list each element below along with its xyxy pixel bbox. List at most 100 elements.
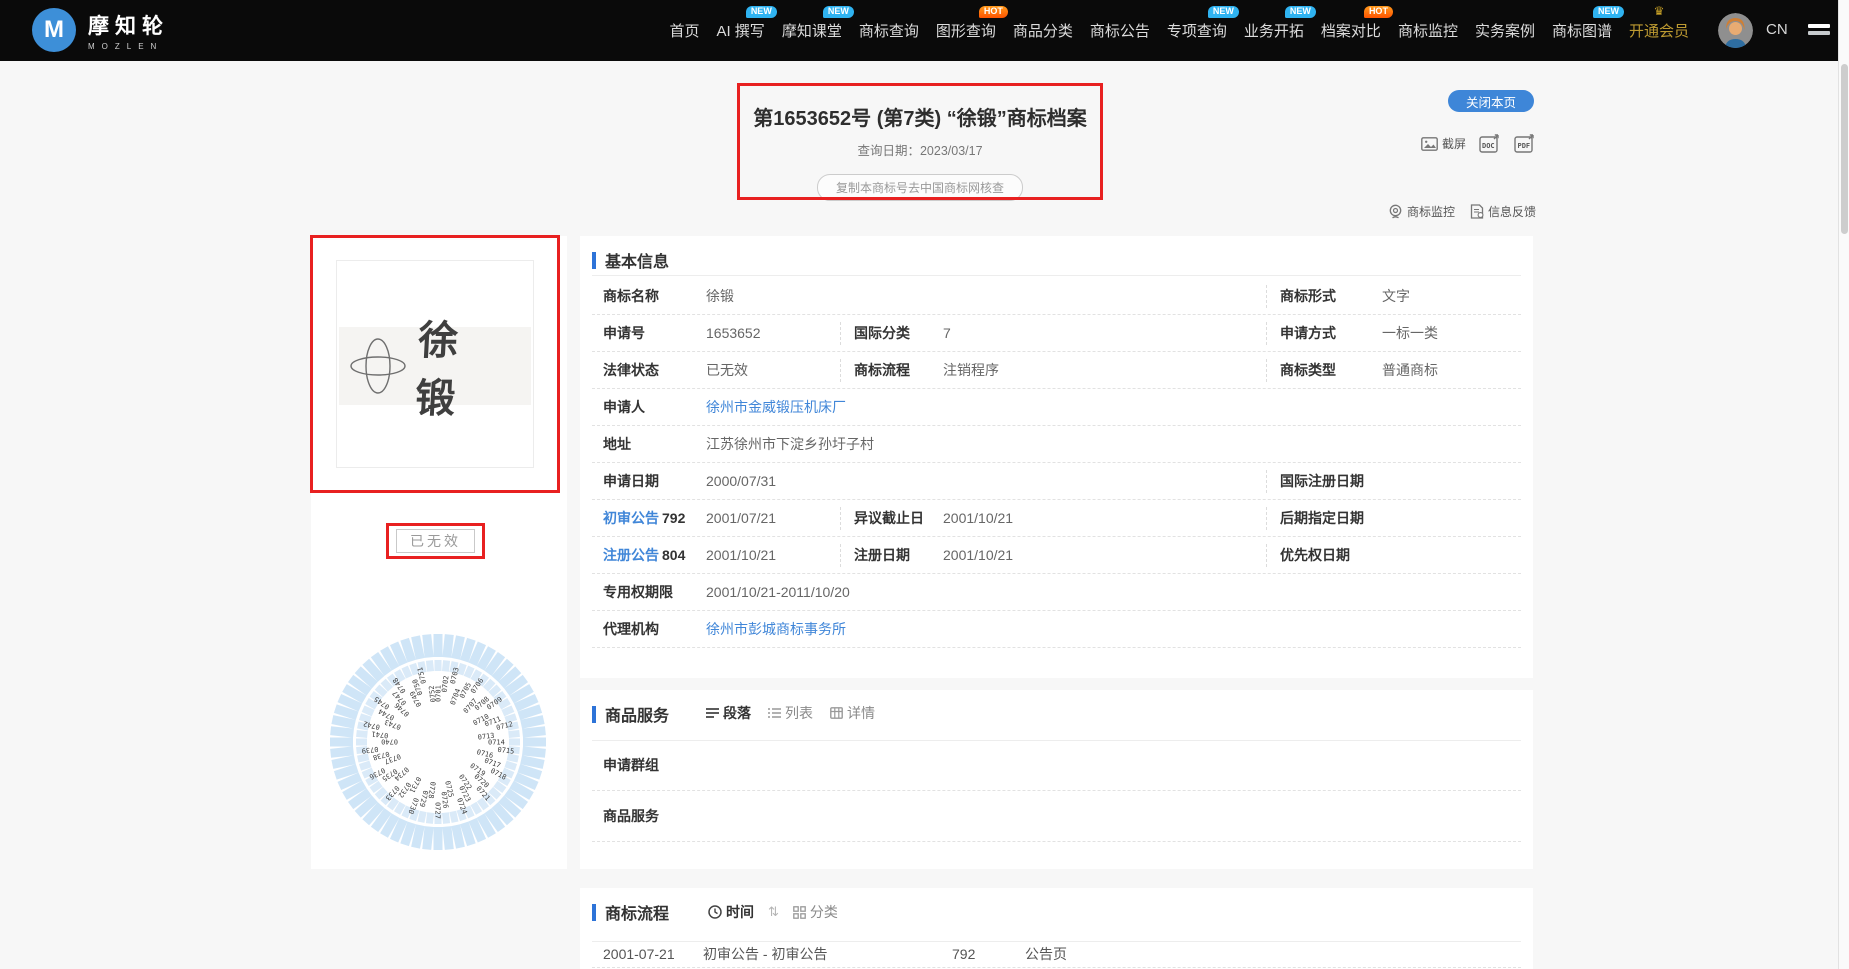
sort-by-time-button[interactable]: 时间 xyxy=(708,902,754,922)
process-card: 商标流程 时间 ⇅ 分类 2001 xyxy=(580,888,1533,969)
avatar-person-icon xyxy=(1718,13,1753,48)
nav-item-商标公告[interactable]: 商标公告 xyxy=(1090,20,1150,41)
section-accent-bar xyxy=(592,904,596,921)
info-row: 初审公告7922001/07/21异议截止日2001/10/21后期指定日期 xyxy=(580,500,1533,537)
scrollbar-thumb[interactable] xyxy=(1841,64,1848,234)
status-stamp: 已无效 xyxy=(396,529,475,553)
info-value-link[interactable]: 徐州市金威锻压机床厂 xyxy=(706,389,846,426)
info-label-suffix: 792 xyxy=(662,510,685,526)
info-row: 申请人徐州市金威锻压机床厂 xyxy=(580,389,1533,426)
goods-title: 商品服务 xyxy=(605,702,669,726)
trademark-monitor-button[interactable]: 商标监控 xyxy=(1388,203,1455,220)
classification-wheel[interactable]: 0701070207030704070507060707070807090710… xyxy=(328,632,548,852)
svg-text:0715: 0715 xyxy=(497,746,515,756)
info-value: 1653652 xyxy=(706,315,761,352)
brand-name-cn: 摩知轮 xyxy=(88,10,169,40)
goods-row: 商品服务 xyxy=(580,791,1533,842)
hamburger-menu-icon[interactable] xyxy=(1808,24,1830,35)
nav-menu: 首页 AI 撰写NEW 摩知课堂NEW 商标查询图形查询HOT 商品分类商标公告专项查询… xyxy=(669,0,1689,61)
info-label: 异议截止日 xyxy=(854,500,924,537)
nav-item-业务开拓[interactable]: 业务开拓NEW xyxy=(1244,20,1304,41)
pdf-export-icon: PDF xyxy=(1514,134,1536,153)
svg-text:PDF: PDF xyxy=(1518,142,1531,150)
monitor-camera-icon xyxy=(1388,204,1403,219)
nav-item-商标监控[interactable]: 商标监控 xyxy=(1398,20,1458,41)
nav-item-档案对比[interactable]: 档案对比HOT xyxy=(1321,20,1381,41)
trademark-word: 徐 锻 xyxy=(414,308,534,424)
feedback-doc-icon xyxy=(1470,204,1484,219)
info-label: 注册日期 xyxy=(854,537,910,574)
goods-rows: 申请群组商品服务 xyxy=(580,740,1533,842)
process-desc: 初审公告 - 初审公告 xyxy=(703,941,827,968)
info-row: 专用权期限 2001/10/21-2011/10/20 xyxy=(580,574,1533,611)
tab-detail[interactable]: 详情 xyxy=(830,703,875,723)
group-by-category-button[interactable]: 分类 xyxy=(793,902,838,922)
info-label: 专用权期限 xyxy=(603,574,673,611)
table-icon xyxy=(830,707,843,719)
nav-item-实务案例[interactable]: 实务案例 xyxy=(1475,20,1535,41)
nav-item-首页[interactable]: 首页 xyxy=(669,20,699,41)
info-label: 商标类型 xyxy=(1280,352,1336,389)
nav-item-商标查询[interactable]: 商标查询 xyxy=(859,20,919,41)
info-label: 代理机构 xyxy=(603,611,659,648)
goods-row: 申请群组 xyxy=(580,740,1533,791)
export-toolbar: 截屏 DOC PDF xyxy=(1421,134,1536,153)
info-value: 2001/07/21 xyxy=(706,500,776,537)
info-value: 2001/10/21 xyxy=(943,500,1013,537)
info-label: 申请日期 xyxy=(603,463,659,500)
info-value: 2001/10/21 xyxy=(943,537,1013,574)
info-label: 申请方式 xyxy=(1280,315,1336,352)
nav-item-专项查询[interactable]: 专项查询NEW xyxy=(1167,20,1227,41)
brand-logo[interactable]: M 摩知轮 MOZLEN xyxy=(32,8,169,52)
nav-item-商品分类[interactable]: 商品分类 xyxy=(1013,20,1073,41)
scrollbar-track[interactable] xyxy=(1838,0,1849,969)
info-value-link[interactable]: 徐州市彭城商标事务所 xyxy=(706,611,846,648)
gazette-page-link[interactable]: 公告页 xyxy=(1025,941,1067,968)
nav-item-摩知课堂[interactable]: 摩知课堂NEW xyxy=(782,20,842,41)
category-grid-icon xyxy=(793,906,806,919)
secondary-toolbar: 商标监控 信息反馈 xyxy=(1388,203,1536,220)
language-switch[interactable]: CN xyxy=(1766,21,1788,38)
user-avatar[interactable] xyxy=(1718,13,1753,48)
info-value: 江苏徐州市下淀乡孙圩子村 xyxy=(706,426,874,463)
basic-info-card: 基本信息 商标名称徐锻商标形式文字申请号1653652国际分类7申请方式一标一类… xyxy=(580,236,1533,678)
svg-text:0702: 0702 xyxy=(441,675,451,693)
process-row: 2001-07-21 初审公告 - 初审公告 792 公告页 xyxy=(580,941,1533,968)
screenshot-button[interactable]: 截屏 xyxy=(1421,135,1466,152)
sort-direction-icon[interactable]: ⇅ xyxy=(768,904,779,920)
info-value: 已无效 xyxy=(706,352,748,389)
crown-icon: ♛ xyxy=(1654,5,1665,17)
feedback-button[interactable]: 信息反馈 xyxy=(1470,203,1536,220)
new-badge: NEW xyxy=(1593,6,1624,18)
nav-item-AI 撰写[interactable]: AI 撰写NEW xyxy=(716,20,764,41)
tab-list[interactable]: 列表 xyxy=(768,703,813,723)
page: M 摩知轮 MOZLEN 首页 AI 撰写NEW 摩知课堂NEW 商标查询图形查询HO… xyxy=(0,0,1849,969)
tab-paragraph[interactable]: 段落 xyxy=(706,703,751,723)
export-doc-button[interactable]: DOC xyxy=(1479,134,1501,153)
section-accent-bar xyxy=(592,252,596,269)
info-value: 2001/10/21-2011/10/20 xyxy=(706,574,850,611)
title-block: 第1653652号 (第7类) “徐锻”商标档案 查询日期：2023/03/17… xyxy=(620,102,1220,201)
nav-item-商标图谱[interactable]: 商标图谱NEW xyxy=(1552,20,1612,41)
info-label: 国际分类 xyxy=(854,315,910,352)
copy-check-button[interactable]: 复制本商标号去中国商标网核查 xyxy=(817,174,1023,201)
svg-text:0741: 0741 xyxy=(371,729,389,739)
trademark-ellipse-logo xyxy=(349,334,407,398)
export-pdf-button[interactable]: PDF xyxy=(1514,134,1536,153)
info-label[interactable]: 初审公告792 xyxy=(603,500,685,537)
info-row: 地址 江苏徐州市下淀乡孙圩子村 xyxy=(580,426,1533,463)
info-label: 地址 xyxy=(603,426,631,463)
nav-item-vip[interactable]: 开通会员♛ xyxy=(1629,20,1689,41)
close-page-button[interactable]: 关闭本页 xyxy=(1448,90,1534,112)
basic-info-title: 基本信息 xyxy=(605,248,669,272)
info-label: 商标名称 xyxy=(603,278,659,315)
basic-info-rows: 商标名称徐锻商标形式文字申请号1653652国际分类7申请方式一标一类法律状态已… xyxy=(580,278,1533,648)
info-row: 申请号1653652国际分类7申请方式一标一类 xyxy=(580,315,1533,352)
info-value: 文字 xyxy=(1382,278,1410,315)
info-label[interactable]: 注册公告804 xyxy=(603,537,685,574)
info-value: 普通商标 xyxy=(1382,352,1438,389)
screenshot-icon xyxy=(1421,137,1438,151)
nav-item-图形查询[interactable]: 图形查询HOT xyxy=(936,20,996,41)
info-row: 法律状态已无效商标流程注销程序商标类型普通商标 xyxy=(580,352,1533,389)
new-badge: NEW xyxy=(746,6,777,18)
